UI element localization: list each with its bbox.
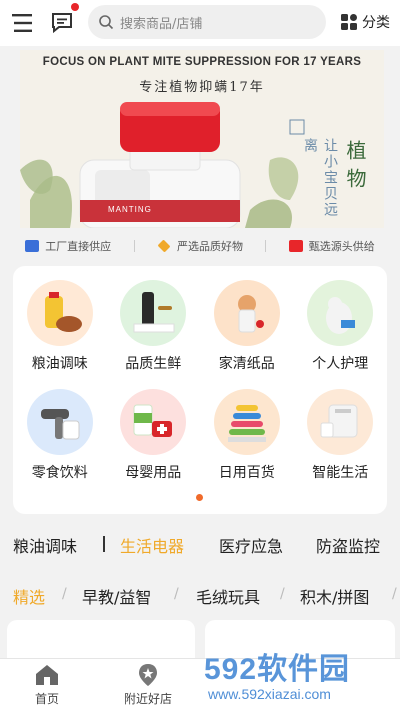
subtab-divider [103, 536, 105, 552]
feature-source: 甄选源头供给 [288, 238, 375, 254]
feature-strip: 工厂直接供应 严选品质好物 甄选源头供给 [0, 232, 400, 260]
category-button[interactable]: 分类 [340, 12, 390, 32]
category-label: 分类 [362, 15, 390, 31]
category-smart-life[interactable]: 智能生活 [294, 389, 388, 482]
watermark-number: 592 [204, 653, 258, 686]
first-aid-icon [120, 389, 187, 455]
filter-separator: / [62, 586, 67, 602]
carousel-indicator[interactable] [196, 494, 203, 501]
watermark-url: www.592xiazai.com [208, 686, 331, 702]
filter-separator: / [280, 586, 285, 602]
category-personal-care[interactable]: 个人护理 [294, 280, 388, 373]
category-fresh[interactable]: 品质生鲜 [107, 280, 201, 373]
location-star-icon [139, 664, 157, 686]
filter-early-education[interactable]: 早教/益智 [82, 584, 151, 608]
nav-home[interactable]: 首页 [34, 663, 60, 707]
filter-featured[interactable]: 精选 [13, 584, 45, 608]
menu-icon[interactable] [10, 9, 38, 37]
subtab-appliances[interactable]: 生活电器 [120, 533, 184, 557]
feature-factory: 工厂直接供应 [25, 238, 111, 254]
toy-tower-icon [213, 389, 280, 455]
banner-headline-en: FOCUS ON PLANT MITE SUPPRESSION FOR 17 Y… [42, 56, 362, 68]
filter-tabs: 精选 / 早教/益智 / 毛绒玩具 / 积木/拼图 / [0, 578, 400, 608]
feature-label: 严选品质好物 [176, 240, 243, 253]
feature-label: 甄选源头供给 [308, 240, 375, 253]
subtab-security[interactable]: 防盗监控 [316, 533, 380, 557]
grid-icon [341, 14, 357, 30]
smart-lock-icon [120, 280, 187, 346]
category-grain-oil[interactable]: 粮油调味 [13, 280, 107, 373]
nav-label: 附近好店 [124, 692, 173, 706]
filter-plush-toys[interactable]: 毛绒玩具 [196, 584, 260, 608]
feature-quality: 严选品质好物 [157, 238, 243, 254]
humidifier-icon [307, 389, 374, 455]
category-label: 日用百货 [218, 465, 275, 481]
feature-label: 工厂直接供应 [45, 240, 112, 253]
banner-side-slogan: 让小宝贝远离 [302, 138, 338, 218]
grain-oil-icon [26, 280, 93, 346]
promo-banner[interactable]: FOCUS ON PLANT MITE SUPPRESSION FOR 17 Y… [20, 50, 384, 228]
subtab-grain-oil[interactable]: 粮油调味 [13, 533, 77, 557]
category-label: 智能生活 [312, 465, 369, 481]
category-mother-baby[interactable]: 母婴用品 [107, 389, 201, 482]
home-icon [36, 665, 58, 685]
cleaning-device-icon [213, 280, 280, 346]
divider [265, 240, 267, 252]
search-bar[interactable]: 搜索商品/店铺 [88, 5, 326, 39]
factory-icon [25, 240, 40, 252]
site-watermark: 592软件园 www.592xiazai.com [196, 640, 400, 711]
top-bar: 搜索商品/店铺 分类 [0, 0, 400, 46]
category-label: 个人护理 [312, 356, 369, 372]
filter-separator: / [174, 586, 179, 602]
app-page: 搜索商品/店铺 分类 FOCUS ON PLANT MITE SUPPRESSI… [0, 0, 400, 711]
category-snacks-drinks[interactable]: 零食饮料 [13, 389, 107, 482]
filter-blocks-puzzles[interactable]: 积木/拼图 [300, 584, 369, 608]
notification-dot [71, 3, 79, 11]
category-cleaning-paper[interactable]: 家清纸品 [200, 280, 294, 373]
message-icon[interactable] [48, 3, 79, 37]
search-icon [99, 15, 114, 30]
watermark-cn: 软件园 [257, 653, 351, 686]
banner-headline-cn: 专注植物抑螨17年 [139, 80, 265, 95]
filter-separator: / [392, 586, 397, 602]
category-subtabs: 粮油调味 生活电器 医疗应急 防盗监控 [0, 526, 400, 560]
watermark-title: 592软件园 [204, 644, 350, 688]
massage-gun-icon [26, 389, 93, 455]
subtab-medical[interactable]: 医疗应急 [219, 533, 283, 557]
category-label: 家清纸品 [218, 356, 275, 372]
category-label: 品质生鲜 [125, 356, 182, 372]
category-label: 母婴用品 [125, 465, 182, 481]
box-icon [288, 240, 303, 252]
category-label: 零食饮料 [31, 465, 88, 481]
category-label: 粮油调味 [31, 356, 88, 372]
divider [133, 240, 135, 252]
personal-care-icon [307, 280, 374, 346]
category-card: 粮油调味 品质生鲜 家清纸品 个人护理 零食饮料 母婴用品 日用百货 智能生活 [13, 266, 387, 514]
nav-nearby-stores[interactable]: 附近好店 [124, 663, 172, 707]
category-grid: 粮油调味 品质生鲜 家清纸品 个人护理 零食饮料 母婴用品 日用百货 智能生活 [13, 280, 387, 482]
brand-label: MANTING [108, 205, 152, 214]
nav-label: 首页 [34, 692, 59, 706]
category-daily-goods[interactable]: 日用百货 [200, 389, 294, 482]
banner-side-text: 植物 [343, 140, 367, 196]
diamond-icon [157, 239, 171, 253]
search-placeholder: 搜索商品/店铺 [120, 16, 203, 32]
